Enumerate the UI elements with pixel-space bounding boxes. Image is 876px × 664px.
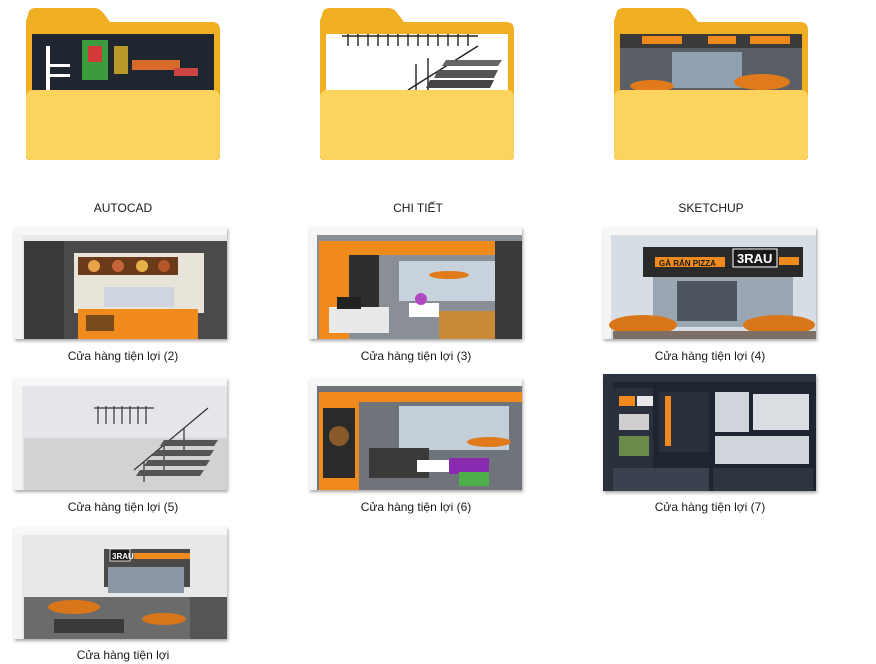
file-thumbnail: GÀ RÁN PIZZA 3RAU	[603, 227, 816, 339]
file-label: Cửa hàng tiện lợi (7)	[654, 500, 766, 514]
folder-icon	[26, 8, 220, 160]
folder-icon	[320, 8, 514, 160]
folder-label: CHI TIẾT	[393, 201, 443, 215]
file-thumbnail	[309, 227, 522, 339]
folder-icon	[614, 8, 808, 160]
signage-brand: 3RAU	[737, 251, 772, 266]
file-label: Cửa hàng tiện lợi (3)	[360, 349, 472, 363]
folder-label: SKETCHUP	[678, 201, 744, 215]
file-label: Cửa hàng tiện lợi (2)	[67, 349, 179, 363]
file-thumbnail	[309, 378, 522, 490]
file-thumbnail	[14, 227, 227, 339]
folder-label: AUTOCAD	[93, 201, 153, 215]
file-label: Cửa hàng tiện lợi (5)	[67, 500, 179, 514]
file-thumbnail	[603, 374, 816, 491]
svg-text:3RAU: 3RAU	[112, 552, 134, 561]
file-thumbnail	[14, 378, 227, 490]
signage-menu: GÀ RÁN PIZZA	[659, 259, 716, 268]
file-label: Cửa hàng tiện lợi (6)	[360, 500, 472, 514]
file-label: Cửa hàng tiện lợi (4)	[654, 349, 766, 363]
file-label: Cửa hàng tiện lợi	[76, 648, 170, 662]
file-thumbnail: 3RAU	[14, 527, 227, 639]
